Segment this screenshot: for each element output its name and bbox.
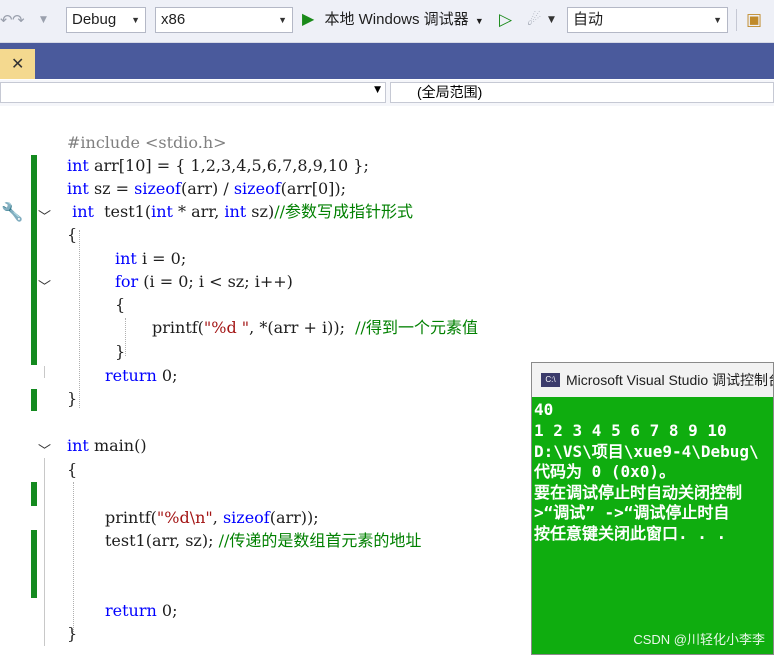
redo-icon[interactable]: ↷ [12,10,25,30]
hot-reload-dropdown-icon[interactable]: ▼ [548,10,555,30]
run-label: 本地 Windows 调试器 [324,11,469,28]
undo-icon[interactable]: ↶ [0,10,13,30]
change-bar [31,530,37,598]
code-line: for (i = 0; i < sz; i++) [115,272,293,291]
console-line: 1 2 3 4 5 6 7 8 9 10 [534,421,727,440]
code-line: { [115,295,126,314]
code-line: } [67,389,78,408]
chevron-down-icon: ▼ [474,16,484,26]
start-without-debug-icon[interactable]: ▷ [499,10,512,30]
chevron-down-icon: ▼ [374,85,381,95]
code-line: { [67,460,78,479]
collapse-icon[interactable]: ﹀ [38,276,51,295]
close-icon[interactable]: ✕ [11,54,24,73]
console-line: 按任意键关闭此窗口. . . [534,524,727,543]
platform-combo[interactable]: x86 ▼ [155,7,293,33]
collapse-icon[interactable]: ﹀ [38,440,51,459]
project-combo[interactable]: ▼ [0,82,386,103]
configuration-combo[interactable]: Debug ▼ [66,7,146,33]
mode-value: 自动 [573,11,604,28]
console-line: 要在调试停止时自动关闭控制 [534,483,743,502]
code-line: test1(arr, sz); //传递的是数组首元素的地址 [105,531,422,550]
change-bar [31,389,37,411]
console-line: 40 [534,400,554,419]
code-line: int sz = sizeof(arr) / sizeof(arr[0]); [67,179,346,198]
fold-line [44,366,45,378]
platform-value: x86 [161,11,186,28]
code-line: } [115,342,126,361]
collapse-icon[interactable]: ﹀ [38,206,51,225]
change-bar [31,155,37,365]
console-line: D:\VS\项目\xue9-4\Debug\ [534,442,759,461]
fold-line [44,458,45,646]
indent-guide [73,482,74,632]
document-tab[interactable]: ✕ [0,49,35,79]
console-title-bar[interactable]: C:\ Microsoft Visual Studio 调试控制台 [532,363,773,397]
console-line: 代码为 0 (0x0)。 [534,462,676,481]
code-line: #include <stdio.h> [67,133,227,152]
code-line: } [67,624,78,643]
watermark: CSDN @川轻化小李李 [633,632,765,647]
redo-dropdown-icon[interactable]: ▼ [40,10,47,30]
hot-reload-icon[interactable]: ☄ [527,10,541,30]
quick-action-icon[interactable]: 🔧 [1,202,23,223]
toolbar-separator [736,9,737,31]
play-icon: ▶ [302,11,315,28]
navigation-bar: ▼ (全局范围) [0,80,774,107]
code-line: { [67,225,78,244]
code-line: int test1(int * arr, int sz)//参数写成指针形式 [67,202,413,221]
document-tab-strip: ✕ [0,43,774,79]
console-line: >“调试” ->“调试停止时自 [534,503,730,522]
console-app-icon: C:\ [541,373,560,387]
code-line: return 0; [105,366,178,385]
change-bar [31,482,37,506]
code-line: int arr[10] = { 1,2,3,4,5,6,7,8,9,10 }; [67,156,369,175]
indent-guide [79,230,80,408]
chevron-down-icon: ▼ [713,15,722,25]
code-line: int i = 0; [115,249,187,268]
code-line: return 0; [105,601,178,620]
chevron-down-icon: ▼ [278,15,287,25]
console-title: Microsoft Visual Studio 调试控制台 [566,372,774,388]
debug-console-window[interactable]: C:\ Microsoft Visual Studio 调试控制台 40 1 2… [531,362,774,655]
code-line: int main() [67,436,147,455]
code-line: printf("%d ", *(arr + i)); //得到一个元素值 [152,318,478,337]
configuration-value: Debug [72,11,117,28]
start-debugging-button[interactable]: ▶ 本地 Windows 调试器 ▼ [302,8,484,32]
code-line: printf("%d\n", sizeof(arr)); [105,508,319,527]
mode-combo[interactable]: 自动 ▼ [567,7,728,33]
folder-icon[interactable]: ▣ [746,10,762,30]
toolbar: ↶ ↷ ▼ Debug ▼ x86 ▼ ▶ 本地 Windows 调试器 ▼ ▷… [0,0,774,43]
chevron-down-icon: ▼ [131,15,140,25]
scope-value: (全局范围) [417,84,483,100]
scope-combo[interactable]: (全局范围) [390,82,774,103]
